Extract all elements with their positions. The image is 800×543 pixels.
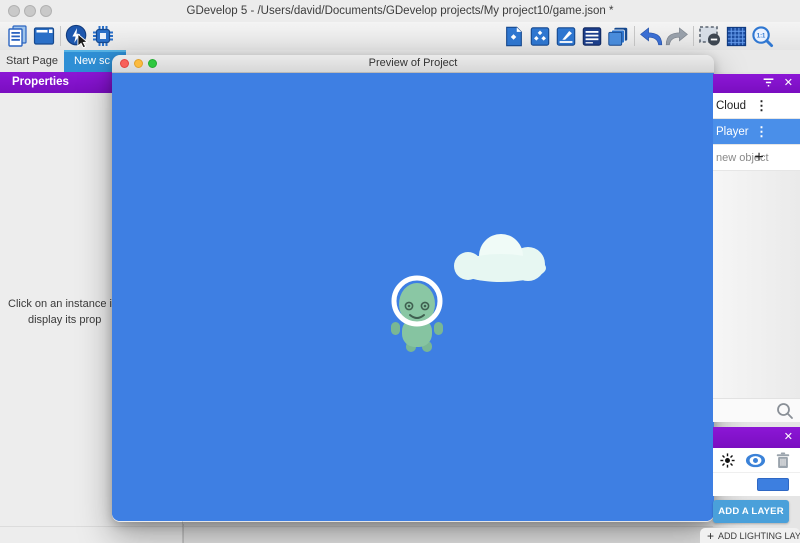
properties-hint-line2: display its prop — [28, 314, 101, 326]
trash-icon[interactable] — [775, 451, 791, 470]
properties-edit-icon[interactable] — [554, 24, 578, 48]
undo-icon[interactable] — [639, 24, 663, 48]
preview-window: Preview of Project — [112, 55, 714, 522]
preview-zoom-button[interactable] — [148, 59, 157, 68]
instances-list-icon[interactable] — [580, 24, 604, 48]
object-groups-icon[interactable] — [528, 24, 552, 48]
search-icon — [776, 402, 794, 420]
add-lighting-layer-label: ADD LIGHTING LAYER — [718, 531, 800, 541]
debugger-icon[interactable] — [91, 24, 115, 48]
properties-hint-line1: Click on an instance in — [8, 298, 118, 310]
filter-icon[interactable] — [762, 75, 775, 93]
layer-row-controls — [713, 448, 800, 472]
preview-titlebar[interactable]: Preview of Project — [112, 55, 714, 73]
gdevelop-window: GDevelop 5 - /Users/david/Documents/GDev… — [0, 0, 800, 543]
right-panels-column: ✕ Cloud ⋮ Player ⋮ new object + ✕ — [713, 0, 800, 543]
bottom-divider-line — [0, 526, 713, 527]
kebab-menu-icon[interactable]: ⋮ — [755, 93, 767, 119]
object-label: Cloud — [716, 100, 746, 112]
redo-icon[interactable] — [665, 24, 689, 48]
preview-minimize-button[interactable] — [134, 59, 143, 68]
app-window-controls — [8, 5, 52, 17]
app-title: GDevelop 5 - /Users/david/Documents/GDev… — [0, 0, 800, 22]
add-object-row[interactable]: new object + — [713, 145, 800, 171]
object-row-player[interactable]: Player ⋮ — [713, 119, 800, 145]
objects-panel-icon[interactable] — [502, 24, 526, 48]
game-canvas[interactable] — [112, 73, 714, 521]
app-titlebar: GDevelop 5 - /Users/david/Documents/GDev… — [0, 0, 800, 22]
plus-icon[interactable]: + — [751, 145, 767, 170]
app-close-button[interactable] — [8, 5, 20, 17]
preview-title: Preview of Project — [112, 55, 714, 72]
object-label: Player — [716, 126, 749, 138]
add-lighting-layer-button[interactable]: + ADD LIGHTING LAYER — [700, 528, 800, 543]
app-minimize-button[interactable] — [24, 5, 36, 17]
lighting-icon[interactable] — [719, 452, 736, 469]
project-manager-icon[interactable] — [6, 24, 30, 48]
layer-color-row — [713, 472, 800, 496]
objects-panel-body — [713, 171, 800, 398]
add-layer-button[interactable]: ADD A LAYER — [713, 500, 789, 523]
layers-stack-icon[interactable] — [606, 24, 630, 48]
toolbar-separator — [693, 26, 694, 46]
preview-window-controls — [120, 59, 157, 68]
toolbar-separator — [634, 26, 635, 46]
layers-panel-close-icon[interactable]: ✕ — [784, 432, 793, 443]
app-maximize-button[interactable] — [40, 5, 52, 17]
object-row-cloud[interactable]: Cloud ⋮ — [713, 93, 800, 119]
layer-color-swatch[interactable] — [757, 478, 789, 491]
visibility-eye-icon[interactable] — [745, 453, 766, 468]
plus-icon: + — [707, 530, 714, 542]
toolbar-separator — [60, 26, 61, 46]
objects-panel-close-icon[interactable]: ✕ — [784, 78, 793, 89]
tab-start-page[interactable]: Start Page — [0, 50, 64, 72]
objects-panel-header: ✕ — [713, 74, 800, 93]
panel-resize-divider[interactable] — [183, 524, 184, 543]
main-toolbar: 1:1 — [0, 22, 800, 50]
layers-panel-header: ✕ — [713, 427, 800, 448]
preview-play-icon[interactable] — [65, 24, 89, 48]
preview-close-button[interactable] — [120, 59, 129, 68]
kebab-menu-icon[interactable]: ⋮ — [755, 119, 767, 145]
objects-search-bar[interactable] — [713, 398, 800, 422]
scene-editor-icon[interactable] — [32, 24, 56, 48]
